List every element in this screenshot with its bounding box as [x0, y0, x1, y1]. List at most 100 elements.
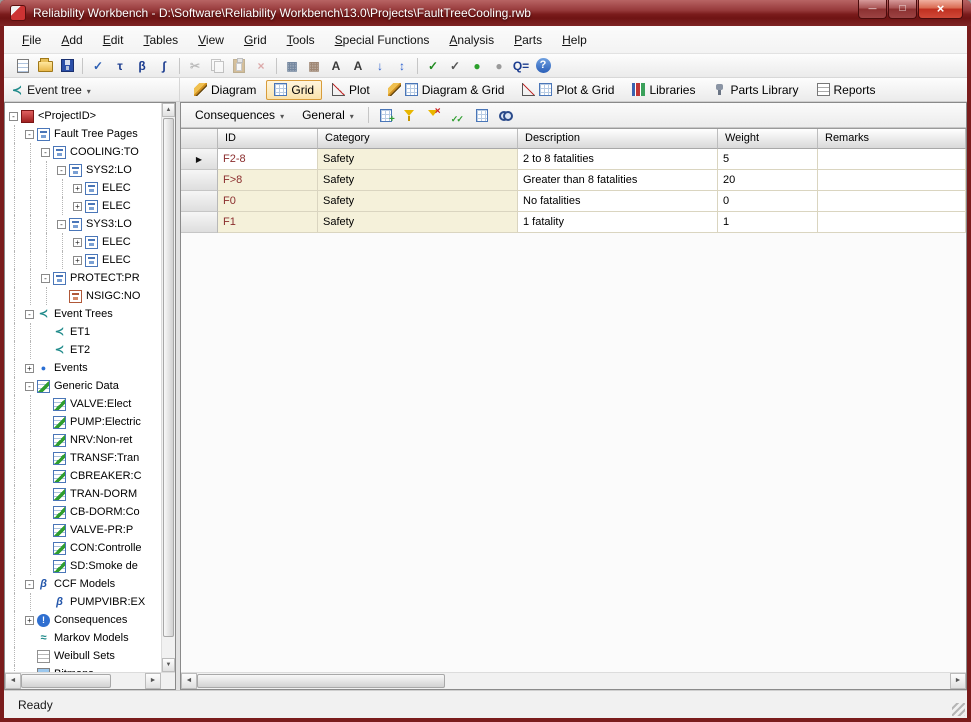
expander-minus-icon[interactable] — [25, 310, 34, 319]
new-grid-button[interactable] — [375, 105, 397, 125]
view-tab-libraries[interactable]: Libraries — [624, 80, 703, 100]
tree-horizontal-scrollbar[interactable] — [5, 673, 161, 689]
menu-item-help[interactable]: Help — [552, 29, 597, 51]
minimize-button[interactable] — [858, 0, 887, 19]
expander-minus-icon[interactable] — [25, 580, 34, 589]
tree-vscroll-thumb[interactable] — [163, 118, 174, 637]
menu-item-analysis[interactable]: Analysis — [439, 29, 504, 51]
tau-button[interactable]: τ — [109, 56, 131, 76]
scroll-down-arrow-icon[interactable] — [162, 658, 175, 672]
cell-id[interactable]: F2-8 — [218, 149, 318, 170]
expander-plus-icon[interactable] — [25, 616, 34, 625]
tree-item-et1[interactable]: ET1 — [5, 323, 161, 341]
status-green-button[interactable]: ● — [466, 56, 488, 76]
row-selector[interactable] — [181, 212, 218, 233]
tree-item-ccf-models[interactable]: CCF Models — [5, 575, 161, 593]
cell-weight[interactable]: 5 — [718, 149, 818, 170]
expander-plus-icon[interactable] — [73, 202, 82, 211]
tree-item-generic-data[interactable]: Generic Data — [5, 377, 161, 395]
cell-category[interactable]: Safety — [318, 149, 518, 170]
tree-item-valve-elect[interactable]: VALVE:Elect — [5, 395, 161, 413]
tree-item-fault-tree-pages[interactable]: Fault Tree Pages — [5, 125, 161, 143]
cell-description[interactable]: No fatalities — [518, 191, 718, 212]
expander-minus-icon[interactable] — [57, 166, 66, 175]
cell-weight[interactable]: 1 — [718, 212, 818, 233]
cell-remarks[interactable] — [818, 212, 966, 233]
column-header-id[interactable]: ID — [218, 129, 318, 149]
verify-all-button[interactable]: ✓ — [444, 56, 466, 76]
menu-item-special-functions[interactable]: Special Functions — [325, 29, 440, 51]
menu-item-view[interactable]: View — [188, 29, 234, 51]
tree-item-elec[interactable]: ELEC — [5, 197, 161, 215]
column-header-remarks[interactable]: Remarks — [818, 129, 966, 149]
scroll-left-arrow-icon[interactable] — [181, 673, 197, 689]
goto-down-button[interactable]: ↓ — [369, 56, 391, 76]
clear-filter-button[interactable] — [423, 105, 445, 125]
goto-up-down-button[interactable]: ↕ — [391, 56, 413, 76]
close-button[interactable] — [918, 0, 963, 19]
tree-item-protect-pr[interactable]: PROTECT:PR — [5, 269, 161, 287]
expander-plus-icon[interactable] — [73, 238, 82, 247]
column-header-weight[interactable]: Weight — [718, 129, 818, 149]
view-tab-reports[interactable]: Reports — [809, 80, 884, 100]
expander-minus-icon[interactable] — [25, 130, 34, 139]
scroll-right-arrow-icon[interactable] — [950, 673, 966, 689]
menu-item-grid[interactable]: Grid — [234, 29, 277, 51]
check-pen-button[interactable]: ✓ — [87, 56, 109, 76]
tree-item-pumpvibr-ex[interactable]: PUMPVIBR:EX — [5, 593, 161, 611]
scroll-left-arrow-icon[interactable] — [5, 673, 21, 689]
expander-minus-icon[interactable] — [25, 382, 34, 391]
tree-item-elec[interactable]: ELEC — [5, 233, 161, 251]
tree-item-valve-pr-p[interactable]: VALVE-PR:P — [5, 521, 161, 539]
scroll-right-arrow-icon[interactable] — [145, 673, 161, 689]
cell-id[interactable]: F0 — [218, 191, 318, 212]
tree-item-bitmaps[interactable]: Bitmaps — [5, 665, 161, 672]
view-tab-plot-grid[interactable]: Plot & Grid — [514, 80, 622, 100]
tree-item-elec[interactable]: ELEC — [5, 251, 161, 269]
row-selector[interactable] — [181, 149, 218, 170]
tree-hscroll-thumb[interactable] — [21, 674, 111, 688]
cell-weight[interactable]: 0 — [718, 191, 818, 212]
tree-item-tran-dorm[interactable]: TRAN-DORM — [5, 485, 161, 503]
status-gray-button[interactable]: ● — [488, 56, 510, 76]
view-tab-grid[interactable]: Grid — [266, 80, 322, 100]
tree-item-nsigc-no[interactable]: NSIGC:NO — [5, 287, 161, 305]
expander-plus-icon[interactable] — [25, 364, 34, 373]
tree-item-sys3-lo[interactable]: SYS3:LO — [5, 215, 161, 233]
view-tab-diagram[interactable]: Diagram — [186, 80, 264, 100]
cell-description[interactable]: Greater than 8 fatalities — [518, 170, 718, 191]
menu-item-parts[interactable]: Parts — [504, 29, 552, 51]
beta-button[interactable]: β — [131, 56, 153, 76]
tree-item-cbreaker-c[interactable]: CBREAKER:C — [5, 467, 161, 485]
tree-item-elec[interactable]: ELEC — [5, 179, 161, 197]
menu-item-add[interactable]: Add — [51, 29, 92, 51]
help-button[interactable] — [532, 56, 554, 76]
auto-fit-rows-button[interactable]: A — [347, 56, 369, 76]
filter-button[interactable] — [399, 105, 421, 125]
row-selector[interactable] — [181, 191, 218, 212]
dropdown-general[interactable]: General — [294, 105, 362, 125]
grid-hscroll-thumb[interactable] — [197, 674, 445, 688]
row-selector[interactable] — [181, 170, 218, 191]
cell-description[interactable]: 1 fatality — [518, 212, 718, 233]
tree-item-consequences[interactable]: Consequences — [5, 611, 161, 629]
tree-item-cooling-to[interactable]: COOLING:TO — [5, 143, 161, 161]
find-button[interactable] — [495, 105, 517, 125]
tree-item-transf-tran[interactable]: TRANSF:Tran — [5, 449, 161, 467]
cell-description[interactable]: 2 to 8 fatalities — [518, 149, 718, 170]
column-header-description[interactable]: Description — [518, 129, 718, 149]
module-selector[interactable]: Event tree — [4, 78, 180, 101]
resize-grip-icon[interactable] — [952, 703, 965, 716]
menu-item-edit[interactable]: Edit — [93, 29, 134, 51]
cell-category[interactable]: Safety — [318, 212, 518, 233]
tree-item-markov-models[interactable]: Markov Models — [5, 629, 161, 647]
grid-horizontal-scrollbar[interactable] — [181, 673, 966, 689]
auto-fit-columns-button[interactable]: A — [325, 56, 347, 76]
menu-item-tables[interactable]: Tables — [133, 29, 188, 51]
tree-item-nrv-non-ret[interactable]: NRV:Non-ret — [5, 431, 161, 449]
verify-button[interactable]: ✓ — [422, 56, 444, 76]
tree-vscroll-track[interactable] — [162, 117, 175, 658]
view-tab-diagram-grid[interactable]: Diagram & Grid — [380, 80, 513, 100]
scroll-up-arrow-icon[interactable] — [162, 103, 175, 117]
menu-item-file[interactable]: File — [12, 29, 51, 51]
